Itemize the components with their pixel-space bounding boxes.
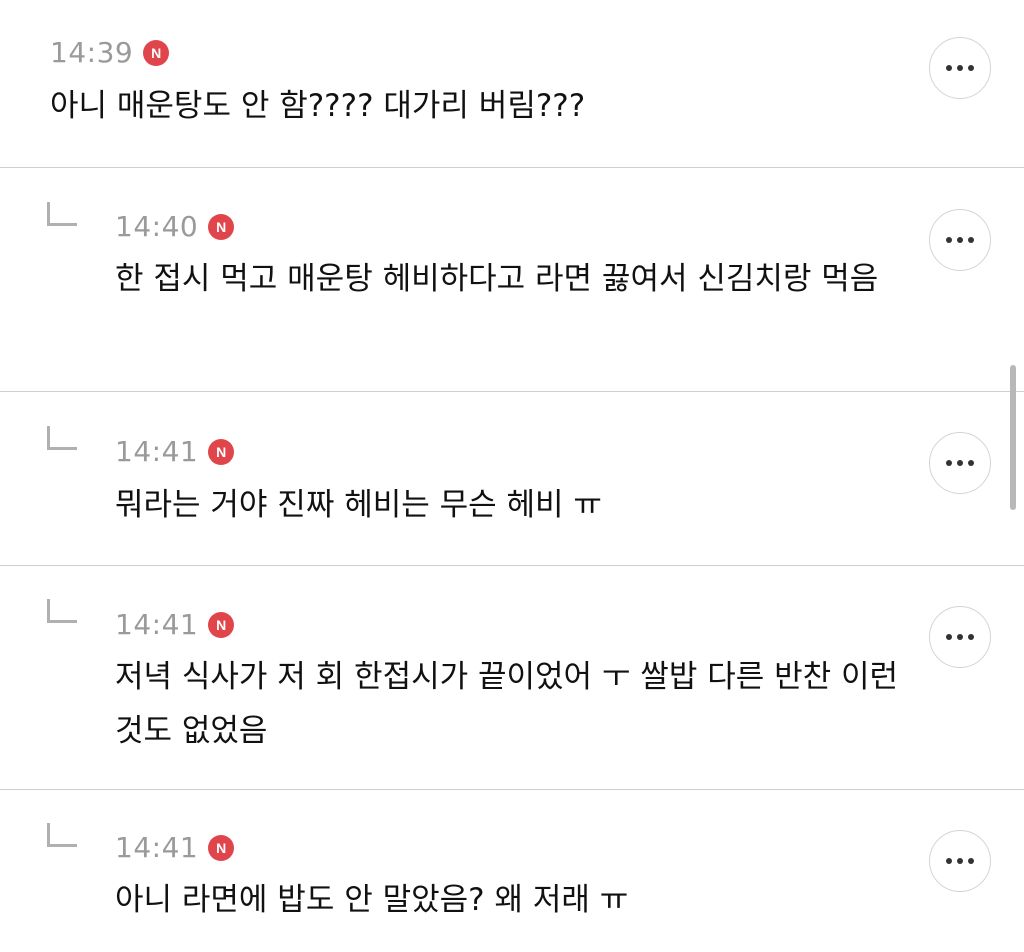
- reply-item: 14:40 N 한 접시 먹고 매운탕 헤비하다고 라면 끓여서 신김치랑 먹음: [0, 168, 1024, 392]
- comment-item: 14:39 N 아니 매운탕도 안 함???? 대가리 버림???: [0, 0, 1024, 168]
- comment-text: 아니 라면에 밥도 안 말았음? 왜 저래 ㅠ: [115, 882, 629, 918]
- new-badge-icon: N: [208, 214, 235, 240]
- reply-arrow-icon: [47, 823, 77, 847]
- reply-item: 14:41 N 아니 라면에 밥도 안 말았음? 왜 저래 ㅠ: [0, 790, 1024, 952]
- comment-text: 저녁 식사가 저 회 한접시가 끝이었어 ㅜ 쌀밥 다른 반찬 이런 것도 없었…: [115, 659, 899, 749]
- more-options-button[interactable]: [929, 830, 991, 892]
- more-options-button[interactable]: [929, 606, 991, 668]
- comment-list: 14:39 N 아니 매운탕도 안 함???? 대가리 버림??? 14:40 …: [0, 0, 1024, 952]
- more-options-button[interactable]: [929, 209, 991, 271]
- comment-meta: 14:41 N: [115, 434, 235, 470]
- comment-time: 14:40: [115, 210, 199, 243]
- comment-time: 14:41: [115, 608, 199, 641]
- comment-meta: 14:41 N: [115, 607, 235, 643]
- more-horizontal-icon: [946, 65, 952, 71]
- new-badge-icon: N: [143, 40, 170, 66]
- comment-meta: 14:41 N: [115, 830, 235, 866]
- comment-meta: 14:40 N: [115, 209, 235, 245]
- more-horizontal-icon: [946, 460, 952, 466]
- more-options-button[interactable]: [929, 432, 991, 494]
- comment-time: 14:41: [115, 435, 199, 468]
- comment-meta: 14:39 N: [50, 35, 170, 71]
- reply-arrow-icon: [47, 426, 77, 450]
- comment-time: 14:39: [50, 36, 134, 69]
- comment-text: 한 접시 먹고 매운탕 헤비하다고 라면 끓여서 신김치랑 먹음: [115, 261, 879, 297]
- comment-time: 14:41: [115, 831, 199, 864]
- comment-text: 뭐라는 거야 진짜 헤비는 무슨 헤비 ㅠ: [115, 487, 602, 523]
- more-horizontal-icon: [946, 237, 952, 243]
- more-horizontal-icon: [946, 858, 952, 864]
- scrollbar[interactable]: [1010, 365, 1016, 510]
- reply-arrow-icon: [47, 202, 77, 226]
- more-options-button[interactable]: [929, 37, 991, 99]
- reply-item: 14:41 N 저녁 식사가 저 회 한접시가 끝이었어 ㅜ 쌀밥 다른 반찬 …: [0, 566, 1024, 790]
- reply-arrow-icon: [47, 599, 77, 623]
- reply-item: 14:41 N 뭐라는 거야 진짜 헤비는 무슨 헤비 ㅠ: [0, 392, 1024, 566]
- new-badge-icon: N: [208, 439, 235, 465]
- comment-text: 아니 매운탕도 안 함???? 대가리 버림???: [50, 88, 586, 124]
- more-horizontal-icon: [946, 634, 952, 640]
- new-badge-icon: N: [208, 835, 235, 861]
- new-badge-icon: N: [208, 612, 235, 638]
